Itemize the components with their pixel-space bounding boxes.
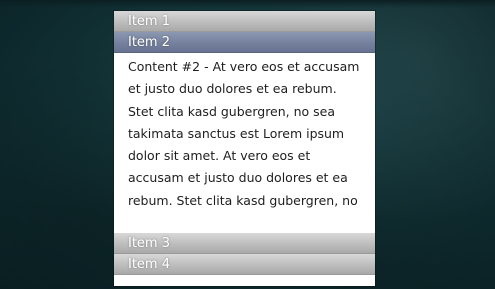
accordion-header-item-2[interactable]: Item 2 [114,32,375,53]
accordion-header-item-4[interactable]: Item 4 [114,254,375,275]
top-shadow [0,0,495,8]
accordion-panel: Item 1 Item 2 Content #2 - At vero eos e… [114,11,375,286]
accordion-header-item-1[interactable]: Item 1 [114,11,375,32]
accordion-content-item-2: Content #2 - At vero eos et accusam et j… [128,59,360,208]
accordion-header-item-3[interactable]: Item 3 [114,233,375,254]
